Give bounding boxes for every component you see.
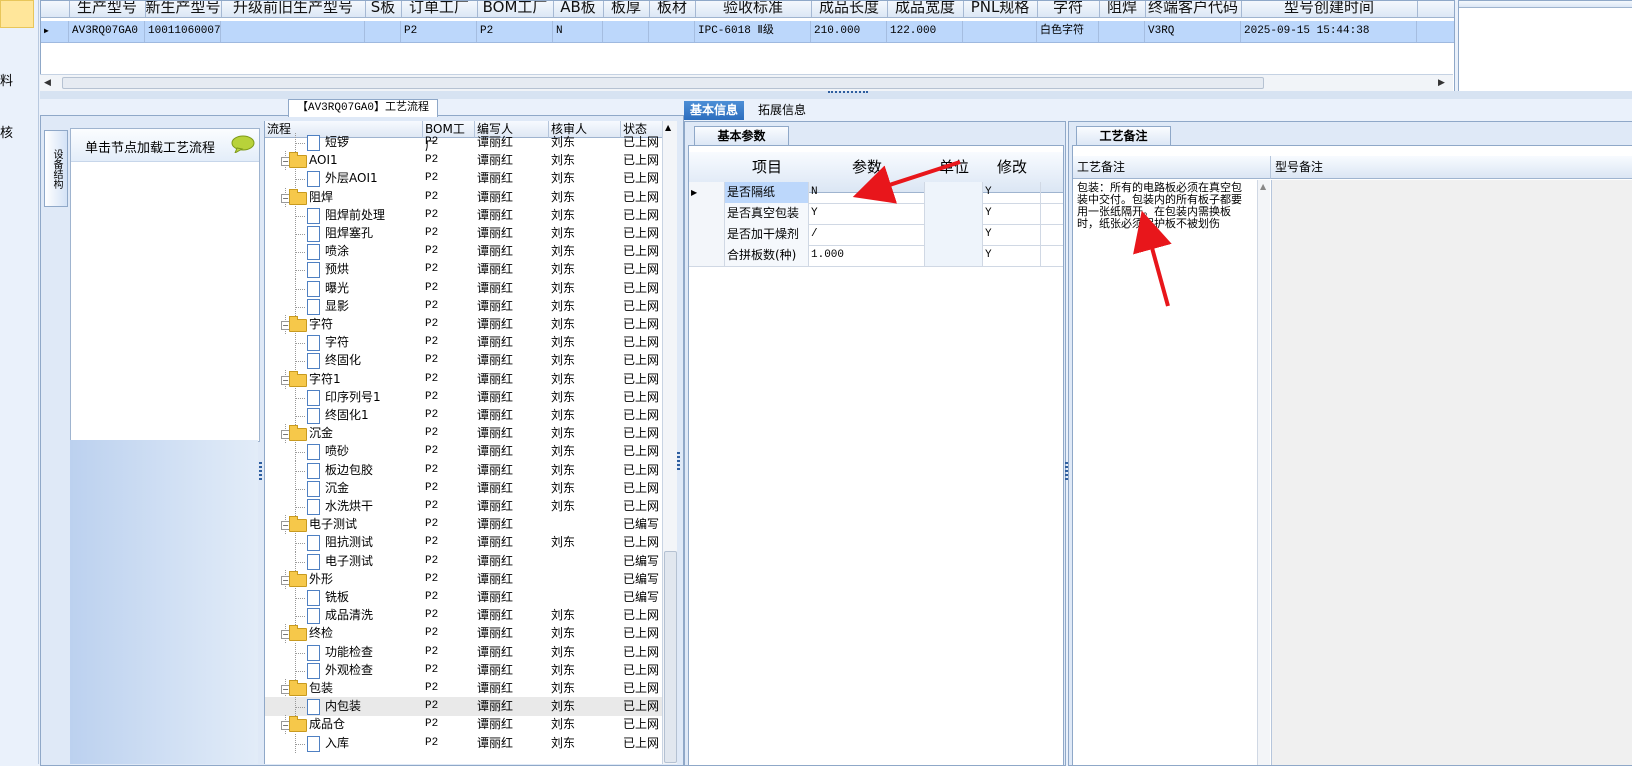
annotation-arrow-icon (852, 160, 961, 204)
annotation-arrow-icon (1133, 210, 1172, 307)
annotation-arrows (852, 160, 1172, 307)
